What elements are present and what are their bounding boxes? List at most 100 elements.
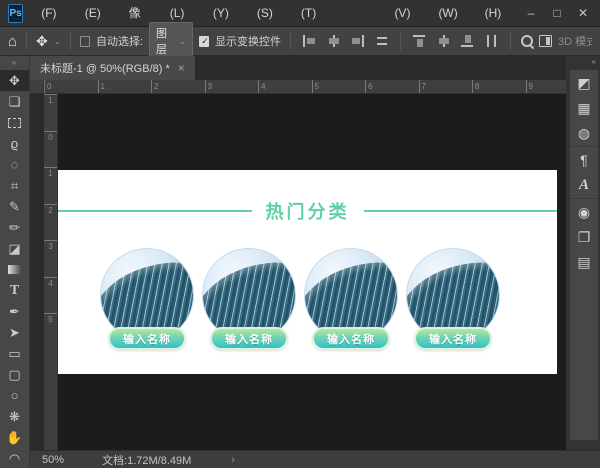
crop-tool[interactable]: ⌗: [0, 175, 29, 196]
maximize-button[interactable]: □: [546, 0, 568, 26]
move-tool-icon[interactable]: ✥: [36, 33, 48, 50]
canvas-heading: 热门分类: [266, 198, 350, 224]
ruler-number: 1: [44, 94, 57, 131]
document-tab-title: 未标题-1 @ 50%(RGB/8) *: [40, 60, 170, 76]
ruler-number: 1: [44, 167, 57, 204]
ruler-number: 0: [44, 80, 98, 93]
name-pill-button: 输入名称: [108, 327, 186, 350]
vertical-ruler[interactable]: 1012345: [44, 94, 58, 450]
photoshop-logo-icon: Ps: [8, 4, 23, 23]
close-button[interactable]: ✕: [572, 0, 594, 26]
panel-expand-icon[interactable]: «: [566, 56, 600, 68]
ruler-number: 7: [419, 80, 473, 93]
distribute-v-icon[interactable]: [485, 35, 497, 47]
document-tab[interactable]: 未标题-1 @ 50%(RGB/8) * ×: [30, 56, 195, 80]
document-tabbar: 未标题-1 @ 50%(RGB/8) * ×: [30, 56, 566, 80]
panel-group-3: ◉ ❐ ▤: [570, 199, 598, 275]
separator: [290, 32, 291, 50]
align-bottom-icon[interactable]: [461, 35, 473, 47]
ruler-corner[interactable]: [30, 80, 44, 94]
category-item-2: 输入名称: [202, 248, 296, 372]
libraries-icon[interactable]: ❐: [575, 229, 593, 245]
zoom-tool[interactable]: ◠: [0, 448, 29, 468]
path-select-tool[interactable]: ➤: [0, 322, 29, 343]
chevron-down-icon[interactable]: ⌄: [54, 36, 62, 47]
name-pill-button: 输入名称: [312, 327, 390, 350]
marquee-tool[interactable]: [0, 112, 29, 133]
hand-tool[interactable]: ✋: [0, 427, 29, 448]
adjustments-icon[interactable]: ◉: [575, 204, 593, 220]
ruler-number: 5: [312, 80, 366, 93]
ruler-number: 8: [472, 80, 526, 93]
ruler-number: 0: [44, 131, 57, 168]
align-left-icon[interactable]: [303, 35, 315, 47]
lasso-tool[interactable]: ϱ: [0, 133, 29, 154]
minimize-button[interactable]: –: [520, 0, 542, 26]
canvas-heading-row: 热门分类: [58, 198, 557, 224]
toolbar-collapse-icon[interactable]: »: [0, 56, 29, 70]
show-transform-label: 显示变换控件: [215, 33, 281, 49]
rectangle-tool[interactable]: ▭: [0, 343, 29, 364]
move-tool[interactable]: ✥: [0, 70, 29, 91]
status-bar: 50% 文档:1.72M/8.49M ›: [30, 450, 600, 468]
auto-select-checkbox[interactable]: [80, 36, 90, 47]
ruler-number: 2: [151, 80, 205, 93]
properties-icon[interactable]: ◩: [575, 75, 593, 91]
show-transform-checkbox[interactable]: [199, 36, 209, 47]
options-bar: ⌂ ✥ ⌄ 自动选择: 图层 ⌄ 显示变换控件 3D 模式: [0, 27, 600, 56]
category-item-4: 输入名称: [406, 248, 500, 372]
auto-select-label: 自动选择:: [96, 33, 143, 49]
eyedropper-tool[interactable]: ✎: [0, 196, 29, 217]
chevron-down-icon: ⌄: [179, 36, 187, 47]
tab-close-icon[interactable]: ×: [178, 61, 185, 75]
align-center-v-icon[interactable]: [437, 35, 449, 47]
window-controls: – □ ✕: [520, 0, 600, 26]
align-center-h-icon[interactable]: [327, 35, 339, 47]
name-pill-label: 输入名称: [225, 331, 273, 347]
eraser-tool[interactable]: ◪: [0, 238, 29, 259]
align-top-icon[interactable]: [413, 35, 425, 47]
status-chevron-icon[interactable]: ›: [231, 454, 235, 466]
workspace-icon[interactable]: [539, 35, 552, 47]
paragraph-icon[interactable]: ¶: [575, 152, 593, 168]
align-right-icon[interactable]: [351, 35, 363, 47]
ruler-number: 4: [44, 277, 57, 314]
category-row: 输入名称 输入名称: [100, 248, 500, 372]
custom-shape-tool[interactable]: ❋: [0, 406, 29, 427]
color-icon[interactable]: ◍: [575, 125, 593, 141]
search-icon[interactable]: [520, 34, 533, 49]
separator: [70, 32, 71, 50]
zoom-level[interactable]: 50%: [42, 454, 64, 466]
canvas-pasteboard[interactable]: 1012345 热门分类 输入名称: [44, 94, 566, 450]
document-size-info: 文档:1.72M/8.49M: [102, 452, 191, 468]
quick-select-tool[interactable]: ◌: [0, 154, 29, 175]
ruler-number: 9: [526, 80, 567, 93]
tool-sidebar: » ✥ ❏ ϱ ◌ ⌗: [0, 56, 30, 468]
pen-tool[interactable]: ✒: [0, 301, 29, 322]
gradient-tool[interactable]: [0, 259, 29, 280]
character-icon[interactable]: A: [575, 177, 593, 193]
ellipse-tool[interactable]: ○: [0, 385, 29, 406]
ruler-number: 1: [98, 80, 152, 93]
target-select[interactable]: 图层 ⌄: [149, 22, 193, 60]
document-area: 未标题-1 @ 50%(RGB/8) * × 012345678910 1012…: [30, 56, 566, 450]
name-pill-label: 输入名称: [123, 331, 171, 347]
home-icon[interactable]: ⌂: [8, 33, 17, 50]
type-tool[interactable]: T: [0, 280, 29, 301]
menubar: Ps 文件(F) 编辑(E) 图像(I) 图层(L) 文字(Y) 选择(S) 滤…: [0, 0, 600, 27]
ruler-number: 2: [44, 204, 57, 241]
horizontal-ruler[interactable]: 012345678910: [44, 80, 566, 94]
swatches-icon[interactable]: ▦: [575, 100, 593, 116]
panel-group-1: ◩ ▦ ◍: [570, 70, 598, 147]
tool-list: ✥ ❏ ϱ ◌ ⌗ ✎: [0, 70, 29, 468]
panel-icon-column: ◩ ▦ ◍ ¶ A ◉ ❐ ▤: [570, 70, 598, 440]
separator: [400, 32, 401, 50]
name-pill-button: 输入名称: [210, 327, 288, 350]
brush-tool[interactable]: ✏: [0, 217, 29, 238]
layers-icon[interactable]: ▤: [575, 254, 593, 270]
separator: [510, 32, 511, 50]
distribute-h-icon[interactable]: [376, 35, 388, 47]
rounded-rect-tool[interactable]: ▢: [0, 364, 29, 385]
frame-tool[interactable]: ❏: [0, 91, 29, 112]
artboard[interactable]: 热门分类 输入名称: [58, 170, 557, 374]
